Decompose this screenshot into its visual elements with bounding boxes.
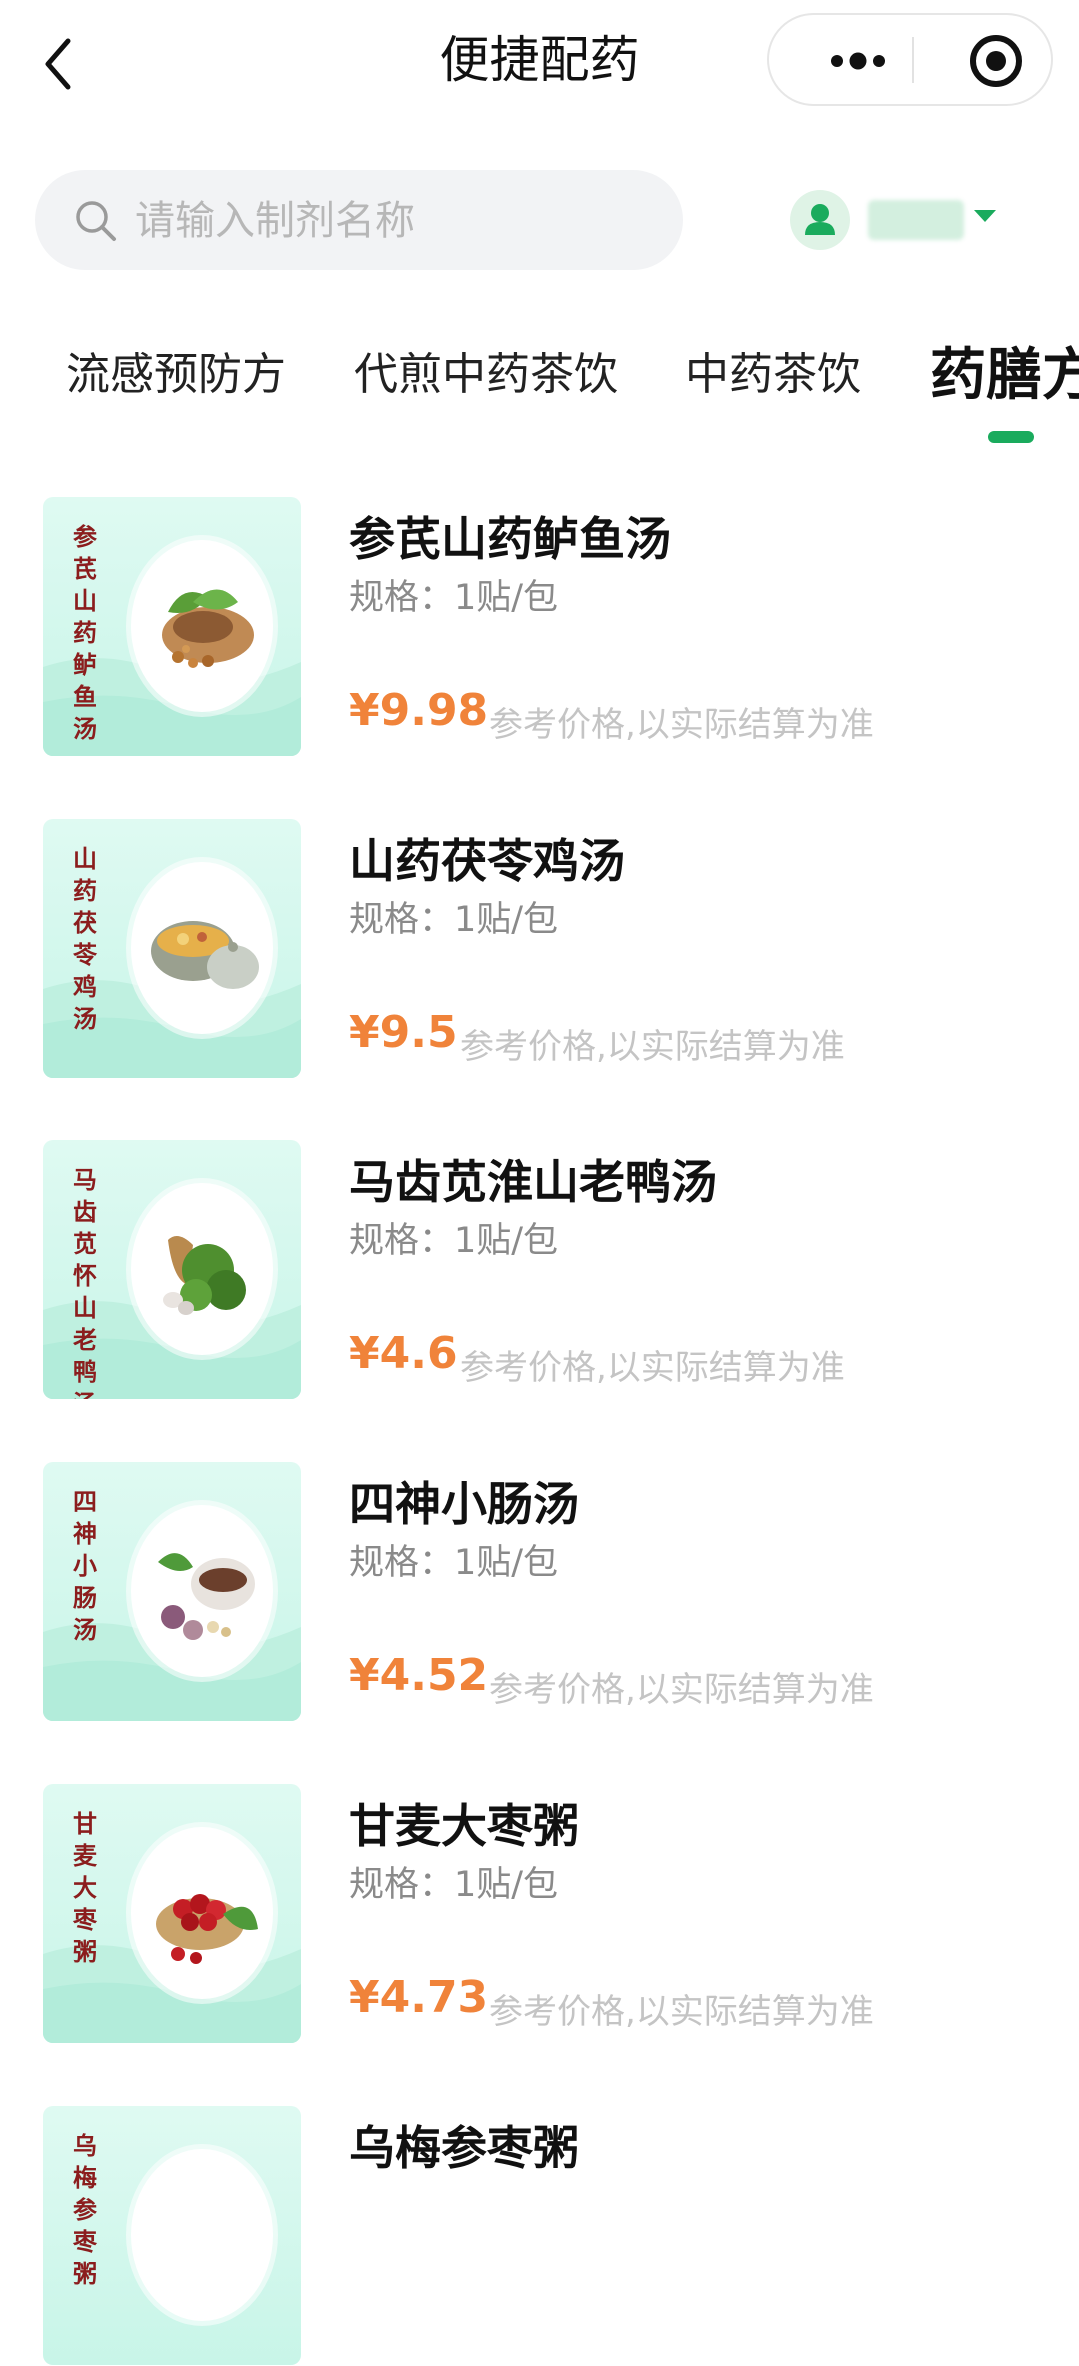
- product-name: 参芪山药鲈鱼汤: [349, 512, 671, 566]
- product-spec: 规格：1贴/包: [349, 900, 559, 940]
- product-image: 乌梅参枣粥: [43, 2106, 301, 2365]
- intestine-soup-illustration: [158, 1553, 255, 1640]
- avatar: [790, 190, 850, 250]
- product-price: ¥4.73: [349, 1972, 489, 2023]
- jujube-porridge-illustration: [156, 1894, 258, 1964]
- duck-soup-illustration: [163, 1236, 246, 1315]
- caret-down-icon: [974, 210, 996, 222]
- product-image-label: 甘麦大枣粥: [73, 1809, 97, 1966]
- category-tabs: 流感预防方 代煎中药茶饮 中药茶饮 药膳方: [0, 320, 1079, 450]
- product-name: 四神小肠汤: [349, 1477, 579, 1531]
- search-icon: [76, 201, 116, 241]
- product-image-label: 参芪山药鲈鱼汤: [73, 522, 97, 743]
- price-note: 参考价格,以实际结算为准: [489, 705, 874, 745]
- product-spec: 规格：1贴/包: [349, 578, 559, 618]
- more-button[interactable]: [807, 15, 917, 104]
- product-image: 马齿苋怀山老鸭汤: [43, 1140, 301, 1399]
- chicken-soup-illustration: [151, 921, 259, 989]
- product-image-label: 四神小肠汤: [73, 1487, 97, 1644]
- tab-decocted-herbal-tea[interactable]: 代煎中药茶饮: [354, 338, 618, 402]
- price-note: 参考价格,以实际结算为准: [460, 1027, 845, 1067]
- product-name: 马齿苋淮山老鸭汤: [349, 1155, 717, 1209]
- product-image: 四神小肠汤: [43, 1462, 301, 1721]
- tab-medicinal-diet[interactable]: 药膳方: [930, 330, 1079, 411]
- product-item[interactable]: 山药茯苓鸡汤 山药茯苓鸡汤 规格：1贴/包 ¥9.5 参考价格,以实际结算为准: [0, 819, 1079, 1079]
- product-spec: 规格：1贴/包: [349, 1865, 559, 1905]
- product-image-label: 山药茯苓鸡汤: [73, 844, 97, 1033]
- more-dots-icon: [831, 52, 885, 70]
- product-item[interactable]: 乌梅参枣粥 乌梅参枣粥: [0, 2106, 1079, 2366]
- active-tab-indicator: [988, 431, 1034, 443]
- search-bar[interactable]: [35, 170, 683, 270]
- product-price: ¥4.52: [349, 1650, 489, 1701]
- product-price: ¥4.6: [349, 1328, 458, 1379]
- tab-herbal-tea[interactable]: 中药茶饮: [685, 338, 861, 402]
- product-name: 山药茯苓鸡汤: [349, 834, 625, 888]
- product-item[interactable]: 参芪山药鲈鱼汤 参芪山药鲈鱼汤 规格：1贴/包 ¥9.98 参考价格,以实际结算…: [0, 497, 1079, 757]
- product-item[interactable]: 四神小肠汤 四神小肠汤 规格：1贴/包 ¥4.52 参考价格,以实际结算为准: [0, 1462, 1079, 1722]
- product-image: 参芪山药鲈鱼汤: [43, 497, 301, 756]
- close-miniprogram-button[interactable]: [951, 15, 1041, 104]
- product-image-label: 马齿苋怀山老鸭汤: [73, 1165, 97, 1399]
- product-image: 甘麦大枣粥: [43, 1784, 301, 2043]
- user-name-redacted: [868, 200, 964, 240]
- product-spec: 规格：1贴/包: [349, 1543, 559, 1583]
- user-selector[interactable]: [790, 190, 1010, 252]
- fish-soup-illustration: [162, 589, 254, 668]
- product-name: 甘麦大枣粥: [349, 1799, 579, 1853]
- product-spec: 规格：1贴/包: [349, 1221, 559, 1261]
- price-note: 参考价格,以实际结算为准: [489, 1992, 874, 2032]
- product-name: 乌梅参枣粥: [349, 2121, 579, 2175]
- product-item[interactable]: 马齿苋怀山老鸭汤 马齿苋淮山老鸭汤 规格：1贴/包 ¥4.6 参考价格,以实际结…: [0, 1140, 1079, 1400]
- target-icon: [970, 35, 1022, 87]
- price-note: 参考价格,以实际结算为准: [460, 1348, 845, 1388]
- capsule-divider: [912, 37, 914, 83]
- product-price: ¥9.98: [349, 685, 489, 736]
- search-input[interactable]: [133, 190, 657, 252]
- price-note: 参考价格,以实际结算为准: [489, 1670, 874, 1710]
- product-item[interactable]: 甘麦大枣粥 甘麦大枣粥 规格：1贴/包 ¥4.73 参考价格,以实际结算为准: [0, 1784, 1079, 2044]
- product-image-label: 乌梅参枣粥: [73, 2131, 97, 2288]
- product-price: ¥9.5: [349, 1007, 458, 1058]
- product-image: 山药茯苓鸡汤: [43, 819, 301, 1078]
- mini-program-capsule: [767, 13, 1053, 106]
- navigation-bar: 便捷配药: [0, 0, 1079, 130]
- tab-flu-prevention[interactable]: 流感预防方: [66, 338, 286, 402]
- user-icon: [805, 204, 835, 235]
